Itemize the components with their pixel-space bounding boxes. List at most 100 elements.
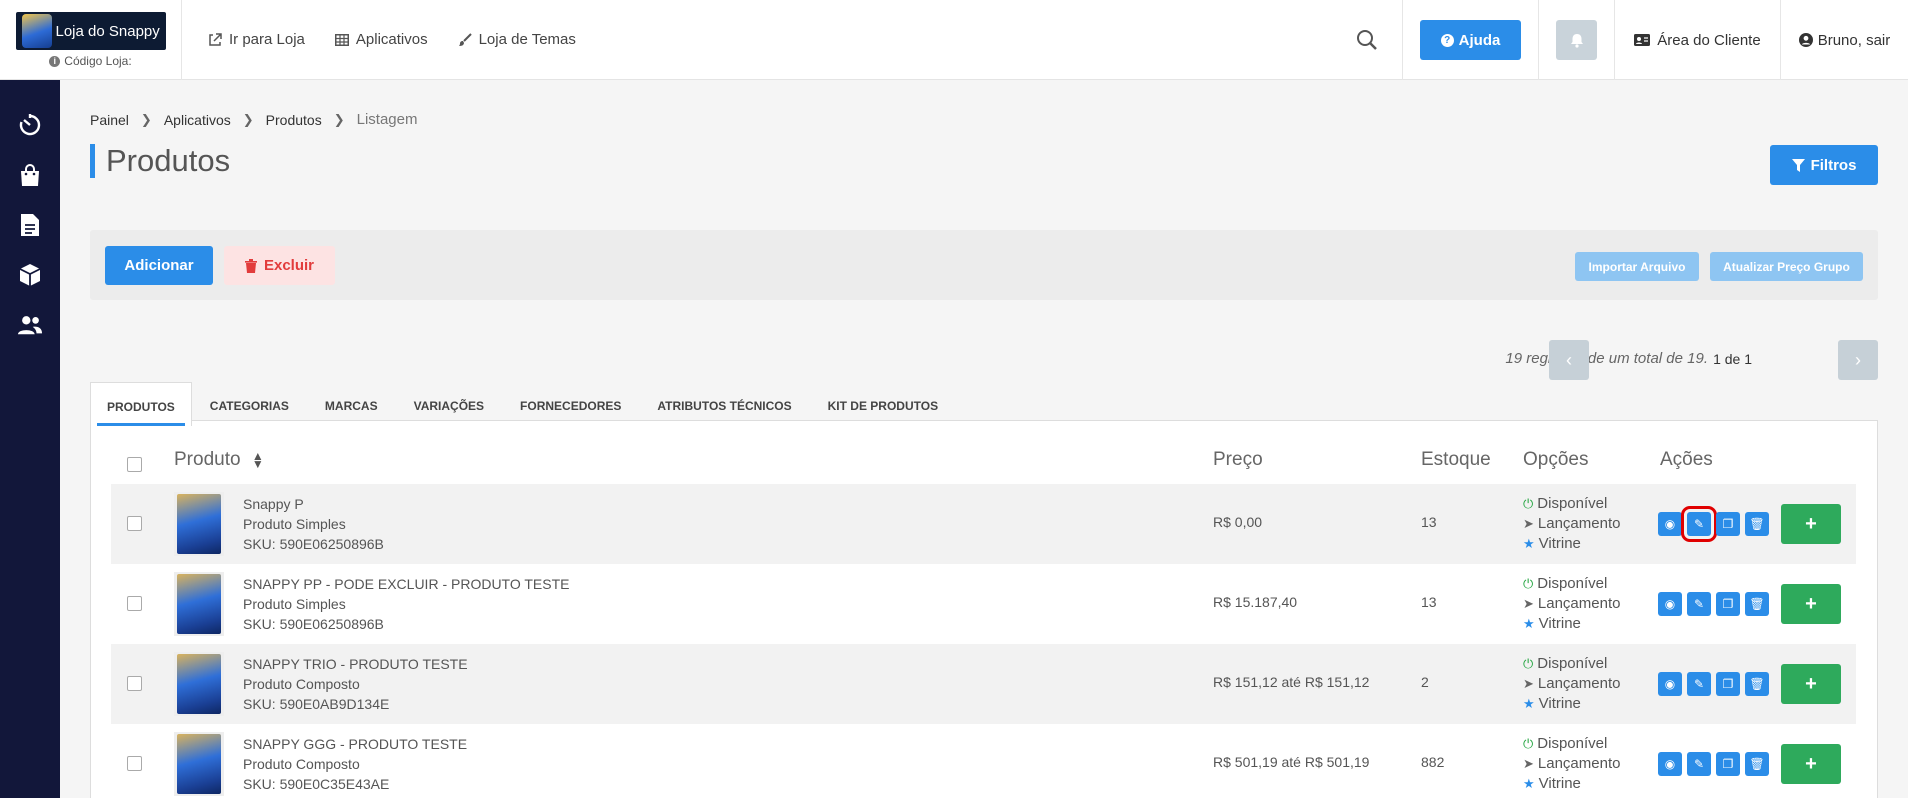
prev-page-button[interactable]: ‹ (1549, 340, 1589, 380)
sidebar-item-products[interactable] (17, 262, 43, 288)
product-name[interactable]: SNAPPY TRIO - PRODUTO TESTE (243, 654, 468, 674)
option-available[interactable]: ⏻ Disponível (1523, 654, 1620, 674)
client-area-link[interactable]: Área do Cliente (1614, 0, 1780, 80)
trash-icon (244, 258, 257, 273)
update-group-price-button[interactable]: Atualizar Preço Grupo (1710, 252, 1863, 281)
add-button[interactable]: Adicionar (105, 246, 213, 285)
edit-button[interactable]: ✎ (1681, 506, 1717, 542)
delete-row-button[interactable]: 🗑︎ (1745, 672, 1769, 696)
row-checkbox[interactable] (127, 756, 142, 771)
eye-icon: ◉ (1664, 677, 1676, 691)
product-thumbnail[interactable] (174, 492, 224, 556)
brand: Loja do Snappy i Código Loja: (0, 0, 182, 80)
store-logo[interactable]: Loja do Snappy (15, 12, 166, 50)
option-launch[interactable]: ➤ Lançamento (1523, 674, 1620, 694)
option-showcase[interactable]: ★ Vitrine (1523, 614, 1620, 634)
delete-row-button[interactable]: 🗑︎ (1745, 512, 1769, 536)
copy-icon: ❐ (1722, 597, 1734, 611)
tab-marcas[interactable]: MARCAS (307, 382, 396, 426)
tab-produtos[interactable]: PRODUTOS (90, 382, 192, 426)
add-variant-button[interactable]: + (1781, 584, 1841, 624)
action-toolbar: Adicionar Excluir Importar Arquivo Atual… (90, 230, 1878, 300)
go-to-store-link[interactable]: Ir para Loja (208, 31, 305, 48)
tab-variacoes[interactable]: VARIAÇÕES (396, 382, 502, 426)
product-name[interactable]: SNAPPY GGG - PRODUTO TESTE (243, 734, 467, 754)
option-available[interactable]: ⏻ Disponível (1523, 734, 1620, 754)
option-label: Disponível (1537, 655, 1608, 672)
product-price: R$ 15.187,40 (1213, 594, 1298, 610)
option-launch[interactable]: ➤ Lançamento (1523, 514, 1620, 534)
help-button[interactable]: ? Ajuda (1420, 20, 1521, 60)
add-variant-button[interactable]: + (1781, 744, 1841, 784)
filters-button[interactable]: Filtros (1770, 145, 1878, 185)
product-info: SNAPPY GGG - PRODUTO TESTE Produto Compo… (243, 734, 467, 794)
view-button[interactable]: ◉ (1658, 592, 1682, 616)
add-variant-button[interactable]: + (1781, 504, 1841, 544)
breadcrumb-item-aplicativos[interactable]: Aplicativos (164, 112, 231, 128)
duplicate-button[interactable]: ❐ (1716, 512, 1740, 536)
trash-icon: 🗑︎ (1749, 757, 1765, 771)
option-showcase[interactable]: ★ Vitrine (1523, 694, 1620, 714)
view-button[interactable]: ◉ (1658, 512, 1682, 536)
product-name[interactable]: SNAPPY PP - PODE EXCLUIR - PRODUTO TESTE (243, 574, 570, 594)
product-options: ⏻ Disponível ➤ Lançamento ★ Vitrine (1523, 734, 1620, 794)
product-sku: SKU: 590E06250896B (243, 616, 384, 632)
top-nav: Ir para Loja Aplicativos Loja de Temas (182, 0, 1332, 79)
duplicate-button[interactable]: ❐ (1716, 592, 1740, 616)
duplicate-button[interactable]: ❐ (1716, 672, 1740, 696)
sidebar-item-orders[interactable] (17, 162, 43, 188)
option-label: Vitrine (1538, 535, 1581, 552)
chevron-right-icon: › (1855, 349, 1861, 370)
pencil-icon: ✎ (1693, 677, 1705, 691)
info-icon: i (49, 55, 61, 67)
delete-button[interactable]: Excluir (224, 246, 335, 285)
product-stock: 882 (1421, 754, 1445, 770)
option-available[interactable]: ⏻ Disponível (1523, 494, 1620, 514)
option-launch[interactable]: ➤ Lançamento (1523, 594, 1620, 614)
external-link-icon (209, 32, 222, 46)
row-checkbox[interactable] (127, 596, 142, 611)
sidebar-item-pages[interactable] (17, 212, 43, 238)
edit-button[interactable]: ✎ (1687, 672, 1711, 696)
tab-kit-de-produtos[interactable]: KIT DE PRODUTOS (810, 382, 956, 426)
import-file-button[interactable]: Importar Arquivo (1575, 252, 1699, 281)
breadcrumb-item-painel[interactable]: Painel (90, 112, 129, 128)
product-thumbnail[interactable] (174, 652, 224, 716)
row-checkbox[interactable] (127, 516, 142, 531)
sidebar-item-dashboard[interactable] (17, 112, 43, 138)
row-checkbox[interactable] (127, 676, 142, 691)
product-options: ⏻ Disponível ➤ Lançamento ★ Vitrine (1523, 574, 1620, 634)
delete-row-button[interactable]: 🗑︎ (1745, 752, 1769, 776)
sidebar-item-customers[interactable] (17, 312, 43, 338)
search-button[interactable] (1332, 0, 1402, 80)
user-logout-link[interactable]: Bruno, sair (1780, 0, 1908, 80)
eye-icon: ◉ (1664, 757, 1676, 771)
notifications-button[interactable] (1556, 20, 1597, 60)
power-icon: ⏻ (1523, 496, 1534, 511)
product-info: Snappy P Produto Simples SKU: 590E062508… (243, 494, 384, 554)
edit-button[interactable]: ✎ (1687, 752, 1711, 776)
tab-categorias[interactable]: CATEGORIAS (192, 382, 307, 426)
apps-link[interactable]: Aplicativos (334, 31, 428, 48)
option-showcase[interactable]: ★ Vitrine (1523, 534, 1620, 554)
tab-atributos-tecnicos[interactable]: ATRIBUTOS TÉCNICOS (639, 382, 809, 426)
help-label: Ajuda (1458, 31, 1501, 49)
tab-fornecedores[interactable]: FORNECEDORES (502, 382, 639, 426)
duplicate-button[interactable]: ❐ (1716, 752, 1740, 776)
delete-row-button[interactable]: 🗑︎ (1745, 592, 1769, 616)
product-info: SNAPPY PP - PODE EXCLUIR - PRODUTO TESTE… (243, 574, 570, 634)
grid-icon (334, 33, 349, 46)
product-thumbnail[interactable] (174, 732, 224, 796)
theme-store-link[interactable]: Loja de Temas (458, 31, 576, 48)
view-button[interactable]: ◉ (1658, 672, 1682, 696)
option-available[interactable]: ⏻ Disponível (1523, 574, 1620, 594)
view-button[interactable]: ◉ (1658, 752, 1682, 776)
option-showcase[interactable]: ★ Vitrine (1523, 774, 1620, 794)
price-column-header: Preço (1213, 449, 1263, 470)
edit-button[interactable]: ✎ (1687, 592, 1711, 616)
add-variant-button[interactable]: + (1781, 664, 1841, 704)
breadcrumb-item-produtos[interactable]: Produtos (266, 112, 322, 128)
next-page-button[interactable]: › (1838, 340, 1878, 380)
option-launch[interactable]: ➤ Lançamento (1523, 754, 1620, 774)
product-thumbnail[interactable] (174, 572, 224, 636)
